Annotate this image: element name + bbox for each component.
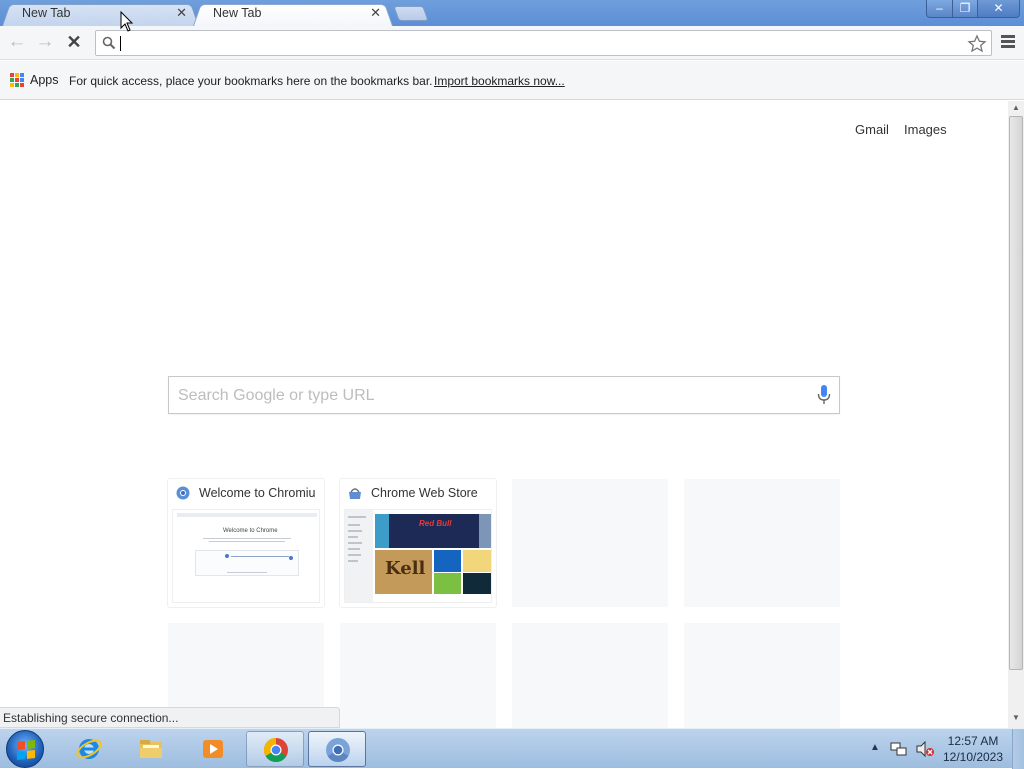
thumbnail-ad-text: Red Bull	[419, 519, 452, 528]
empty-tile	[512, 623, 668, 728]
tab-close-icon[interactable]: ✕	[370, 5, 381, 21]
tab-close-icon[interactable]: ✕	[176, 5, 187, 21]
google-search-box[interactable]	[168, 376, 840, 414]
thumbnail-game-text: Kell	[385, 558, 426, 579]
empty-tile	[684, 623, 840, 728]
forward-button[interactable]: →	[34, 32, 56, 54]
start-button[interactable]	[6, 730, 44, 768]
stop-loading-button[interactable]: ✕	[63, 32, 85, 54]
apps-shortcut-label[interactable]: Apps	[30, 73, 59, 87]
bookmarks-bar: Apps For quick access, place your bookma…	[0, 61, 1024, 100]
tab-new-tab-2[interactable]: New Tab ✕	[193, 2, 393, 26]
taskbar-chromium[interactable]	[308, 731, 366, 767]
taskbar-media-player[interactable]	[184, 731, 242, 767]
restore-button[interactable]: ❐	[952, 0, 978, 18]
clock-time[interactable]: 12:57 AM	[940, 734, 1006, 748]
most-visited-tile[interactable]: Chrome Web Store Red Bull Kell	[340, 479, 496, 607]
text-caret	[120, 36, 121, 51]
volume-muted-icon[interactable]	[915, 740, 935, 758]
scroll-up-arrow-icon[interactable]: ▲	[1012, 103, 1020, 112]
bookmarks-hint-text: For quick access, place your bookmarks h…	[69, 74, 433, 88]
tab-title: New Tab	[213, 6, 262, 20]
empty-tile	[684, 479, 840, 607]
tab-title: New Tab	[22, 6, 71, 20]
search-icon	[102, 36, 116, 50]
show-desktop-button[interactable]	[1012, 729, 1024, 769]
tile-title: Welcome to Chromium	[199, 486, 315, 500]
microphone-icon[interactable]	[816, 384, 832, 406]
folder-icon	[140, 740, 162, 758]
thumbnail-heading: Welcome to Chrome	[223, 528, 278, 534]
web-store-icon	[349, 488, 361, 499]
title-bar: New Tab ✕ New Tab ✕ – ❐ ✕	[0, 0, 1024, 26]
internet-explorer-icon	[76, 739, 102, 759]
search-input[interactable]	[178, 386, 778, 406]
gmail-link[interactable]: Gmail	[855, 122, 889, 137]
tile-thumbnail: Red Bull Kell	[344, 509, 492, 603]
taskbar-file-explorer[interactable]	[122, 731, 180, 767]
minimize-button[interactable]: –	[926, 0, 953, 18]
status-bubble: Establishing secure connection...	[0, 707, 340, 728]
show-hidden-icons-icon[interactable]: ▲	[870, 742, 880, 753]
status-text: Establishing secure connection...	[3, 711, 179, 725]
mouse-cursor-icon	[120, 11, 134, 32]
tile-title: Chrome Web Store	[371, 486, 478, 500]
tile-thumbnail: Welcome to Chrome	[172, 509, 320, 603]
chrome-icon	[263, 738, 288, 763]
taskbar-chrome[interactable]	[246, 731, 304, 767]
chromium-favicon-icon	[176, 486, 190, 500]
menu-icon[interactable]	[1001, 35, 1015, 49]
media-player-icon	[203, 740, 223, 758]
address-input[interactable]	[123, 34, 953, 52]
taskbar-internet-explorer[interactable]	[60, 731, 118, 767]
bookmark-star-icon[interactable]	[967, 34, 987, 54]
clock-date[interactable]: 12/10/2023	[940, 750, 1006, 764]
images-link[interactable]: Images	[904, 122, 947, 137]
empty-tile	[340, 623, 496, 728]
scroll-down-arrow-icon[interactable]: ▼	[1012, 713, 1020, 722]
network-icon[interactable]	[890, 740, 908, 758]
apps-grid-icon[interactable]	[10, 73, 24, 87]
vertical-scrollbar[interactable]: ▲ ▼	[1008, 101, 1024, 728]
chromium-icon	[326, 738, 350, 763]
most-visited-tile[interactable]: Welcome to Chromium Welcome to Chrome	[168, 479, 324, 607]
address-bar[interactable]	[95, 30, 992, 56]
import-bookmarks-link[interactable]: Import bookmarks now...	[434, 74, 565, 88]
new-tab-button[interactable]	[393, 6, 429, 21]
new-tab-page: Gmail Images Welcome to Chromium Welcome…	[0, 101, 1008, 728]
windows-logo-icon	[17, 740, 35, 760]
close-window-button[interactable]: ✕	[977, 0, 1020, 18]
taskbar: ▲ 12:57 AM 12/10/2023	[0, 728, 1024, 769]
scrollbar-thumb[interactable]	[1009, 116, 1023, 670]
tab-new-tab-1[interactable]: New Tab ✕	[2, 2, 199, 26]
toolbar: ← → ✕	[0, 26, 1024, 60]
back-button[interactable]: ←	[6, 32, 28, 54]
empty-tile	[512, 479, 668, 607]
